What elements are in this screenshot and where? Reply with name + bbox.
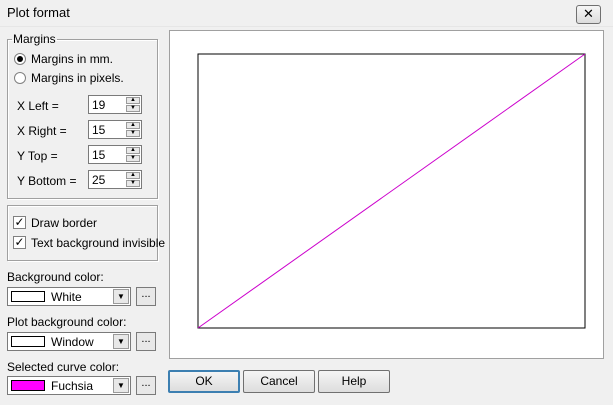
right-margin-label: X Right = bbox=[17, 124, 67, 138]
curve-color-more-button[interactable]: ... bbox=[136, 376, 156, 395]
plot-background-color-select[interactable]: Window ▼ bbox=[7, 332, 131, 351]
spin-down-icon[interactable]: ▼ bbox=[126, 105, 140, 112]
spin-down-icon[interactable]: ▼ bbox=[126, 155, 140, 162]
bottom-margin-label: Y Bottom = bbox=[17, 174, 77, 188]
spin-up-icon[interactable]: ▲ bbox=[126, 147, 140, 154]
left-margin-input[interactable] bbox=[90, 97, 124, 112]
plot-background-color-label: Plot background color: bbox=[7, 315, 127, 329]
ok-button[interactable]: OK bbox=[168, 370, 240, 393]
left-margin-label: X Left = bbox=[17, 99, 59, 113]
window-title: Plot format bbox=[7, 5, 70, 20]
plot-preview-canvas bbox=[197, 53, 586, 329]
background-color-label: Background color: bbox=[7, 270, 104, 284]
text-background-label[interactable]: Text background invisible bbox=[31, 236, 165, 250]
background-color-swatch bbox=[11, 291, 45, 302]
close-button[interactable]: ✕ bbox=[576, 5, 601, 24]
spin-up-icon[interactable]: ▲ bbox=[126, 97, 140, 104]
radio-margins-pixels[interactable] bbox=[14, 72, 26, 84]
close-icon: ✕ bbox=[583, 6, 594, 21]
plot-background-color-more-button[interactable]: ... bbox=[136, 332, 156, 351]
curve-color-value: Fuchsia bbox=[51, 379, 94, 393]
check-icon: ✓ bbox=[14, 235, 25, 249]
top-margin-spinner[interactable]: ▲▼ bbox=[88, 145, 142, 164]
radio-margins-mm[interactable] bbox=[14, 53, 26, 65]
margins-legend: Margins bbox=[13, 32, 56, 46]
draw-border-checkbox[interactable]: ✓ bbox=[13, 216, 26, 229]
draw-border-label[interactable]: Draw border bbox=[31, 216, 97, 230]
spin-down-icon[interactable]: ▼ bbox=[126, 180, 140, 187]
dropdown-arrow-icon[interactable]: ▼ bbox=[113, 378, 129, 393]
curve-color-select[interactable]: Fuchsia ▼ bbox=[7, 376, 131, 395]
plot-preview bbox=[169, 30, 604, 359]
spin-up-icon[interactable]: ▲ bbox=[126, 172, 140, 179]
plot-background-color-swatch bbox=[11, 336, 45, 347]
right-margin-spinner[interactable]: ▲▼ bbox=[88, 120, 142, 139]
spin-down-icon[interactable]: ▼ bbox=[126, 130, 140, 137]
dropdown-arrow-icon[interactable]: ▼ bbox=[113, 289, 129, 304]
check-icon: ✓ bbox=[14, 215, 25, 229]
background-color-more-button[interactable]: ... bbox=[136, 287, 156, 306]
radio-margins-mm-label[interactable]: Margins in mm. bbox=[31, 52, 113, 66]
cancel-button[interactable]: Cancel bbox=[243, 370, 315, 393]
top-margin-label: Y Top = bbox=[17, 149, 58, 163]
spin-up-icon[interactable]: ▲ bbox=[126, 122, 140, 129]
text-background-checkbox[interactable]: ✓ bbox=[13, 236, 26, 249]
preview-curve bbox=[197, 53, 586, 329]
title-bar bbox=[0, 0, 613, 27]
help-button[interactable]: Help bbox=[318, 370, 390, 393]
bottom-margin-input[interactable] bbox=[90, 172, 124, 187]
top-margin-input[interactable] bbox=[90, 147, 124, 162]
plot-background-color-value: Window bbox=[51, 335, 94, 349]
radio-margins-pixels-label[interactable]: Margins in pixels. bbox=[31, 71, 124, 85]
dropdown-arrow-icon[interactable]: ▼ bbox=[113, 334, 129, 349]
options-group bbox=[7, 205, 158, 261]
background-color-select[interactable]: White ▼ bbox=[7, 287, 131, 306]
curve-color-label: Selected curve color: bbox=[7, 360, 120, 374]
curve-color-swatch bbox=[11, 380, 45, 391]
left-margin-spinner[interactable]: ▲▼ bbox=[88, 95, 142, 114]
right-margin-input[interactable] bbox=[90, 122, 124, 137]
bottom-margin-spinner[interactable]: ▲▼ bbox=[88, 170, 142, 189]
background-color-value: White bbox=[51, 290, 82, 304]
